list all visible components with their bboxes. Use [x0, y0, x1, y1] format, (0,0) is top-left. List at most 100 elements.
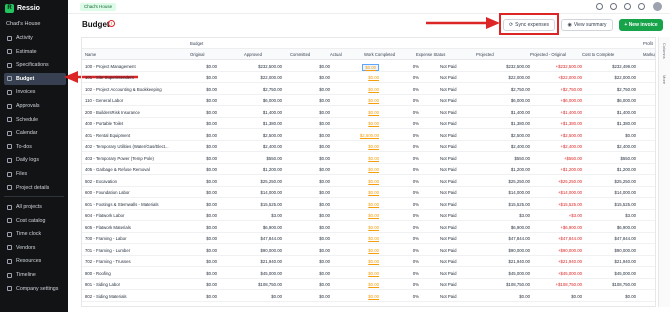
table-row[interactable]: 701 - Framing - Lumber $0.00 $90,000.00 $0.…	[82, 244, 655, 256]
cell-value[interactable]: $0.00	[368, 190, 379, 195]
cell-value: $0.00	[625, 132, 636, 138]
cell-value[interactable]: $0.00	[368, 236, 379, 241]
column-header-work-completed[interactable]: Work Completed	[364, 52, 395, 57]
column-header-approved[interactable]: Approved	[244, 52, 262, 57]
search-icon[interactable]	[624, 3, 631, 10]
table-row[interactable]: 604 - Flatwork Labor $0.00 $3.00 $0.00 $0.00…	[82, 210, 655, 221]
sidebar-item-calendar[interactable]: Calendar	[4, 127, 66, 139]
sidebar-item-to-dos[interactable]: To-dos	[4, 141, 66, 153]
cell-value[interactable]: $0.00	[368, 167, 379, 172]
new-invoice-button[interactable]: + New invoice	[619, 19, 663, 31]
table-row[interactable]: 405 - Garbage & Refuse Removal $0.00 $1,20…	[82, 164, 655, 175]
column-header-projected[interactable]: Projected	[476, 52, 494, 57]
cell-value[interactable]: $0.00	[368, 202, 379, 207]
table-row[interactable]: 605 - Flatwork Materials $0.00 $6,900.00 $0…	[82, 221, 655, 233]
more-tab[interactable]: More	[662, 75, 667, 84]
cell-value[interactable]: $0.00	[368, 87, 379, 92]
cell-value[interactable]: $0.00	[368, 156, 379, 161]
project-breadcrumb[interactable]: Chad's House	[80, 3, 117, 11]
sidebar-item-timeline[interactable]: Timeline	[4, 269, 66, 281]
row-name: 401 - Rental Equipment	[85, 132, 131, 138]
page-title: Budget	[82, 20, 110, 29]
cell-value[interactable]: $0.00	[368, 110, 379, 115]
cell-value[interactable]: $0.00	[368, 271, 379, 276]
sidebar-item-resources[interactable]: Resources	[4, 255, 66, 267]
table-row[interactable]: 401 - Rental Equipment $0.00 $2,500.00 $0.0…	[82, 129, 655, 141]
column-header-committed[interactable]: Committed	[290, 52, 310, 57]
table-row[interactable]: 702 - Framing - Trusses $0.00 $21,940.00 $0…	[82, 256, 655, 267]
table-row[interactable]: 801 - Siding Labor $0.00 $108,750.00 $0.00 $…	[82, 279, 655, 290]
table-row[interactable]: 101 - Site Superintendent $0.00 $22,000.00…	[82, 72, 655, 83]
cell-value: $2,750.00	[616, 86, 636, 92]
column-header-cost-to-complete[interactable]: Cost to Complete	[582, 52, 614, 57]
sidebar-item-daily-logs[interactable]: Daily logs	[4, 154, 66, 166]
sidebar-item-specifications[interactable]: Specifications	[4, 59, 66, 71]
help-icon[interactable]	[596, 3, 603, 10]
project-name[interactable]: Chad's House	[6, 21, 40, 27]
sidebar-item-budget[interactable]: Budget	[4, 72, 66, 85]
cell-value[interactable]: $0.00	[368, 225, 379, 230]
table-row[interactable]: 100 - Project Management $0.00 $232,500.00…	[82, 60, 655, 72]
table-row[interactable]: 700 - Framing - Labor $0.00 $47,844.00 $0.0…	[82, 233, 655, 244]
cell-value[interactable]: $2,500.00	[360, 133, 379, 138]
view-summary-button[interactable]: ◉ View summary	[561, 19, 613, 31]
activity-icon	[7, 35, 12, 41]
cell-value[interactable]: $0.00	[368, 248, 379, 253]
sidebar-item-schedule[interactable]: Schedule	[4, 114, 66, 126]
table-row[interactable]: 800 - Roofing $0.00 $45,000.00 $0.00 $0.00 0%…	[82, 267, 655, 279]
cell-value[interactable]: $0.00	[368, 282, 379, 287]
table-row[interactable]: 502 - Excavation $0.00 $25,250.00 $0.00 $0.0…	[82, 175, 655, 187]
column-header-expense-status[interactable]: Expense Status	[416, 52, 445, 57]
sidebar-item-label: Time clock	[16, 231, 42, 238]
sidebar-item-estimate[interactable]: Estimate	[4, 46, 66, 58]
cell-value[interactable]: $0.00	[368, 179, 379, 184]
column-header-name[interactable]: Name	[85, 52, 96, 57]
chat-icon[interactable]	[610, 3, 617, 10]
sidebar-item-invoices[interactable]: Invoices	[4, 86, 66, 98]
table-row[interactable]: 200 - BuildersRisk Insurance $0.00 $1,400.…	[82, 106, 655, 118]
sidebar-item-activity[interactable]: Activity	[4, 32, 66, 44]
table-row[interactable]: 403 - Temporary Power (Temp Pole) $0.00 $5…	[82, 152, 655, 164]
expense-status: Not Paid	[440, 167, 457, 172]
sidebar-item-company-settings[interactable]: Company settings	[4, 283, 66, 295]
table-row[interactable]: 102 - Project Accounting & Bookkeeping $0…	[82, 83, 655, 95]
column-header-markup[interactable]: Markup	[643, 52, 655, 57]
sidebar-item-all-projects[interactable]: All projects	[4, 201, 66, 213]
cell-value[interactable]: $0.00	[368, 75, 379, 80]
cell-value[interactable]: $0.00	[368, 121, 379, 126]
table-row[interactable]: 802 - Siding Materials $0.00 $0.00 $0.00 $0.…	[82, 290, 655, 302]
cell-value[interactable]: $0.00	[362, 63, 379, 71]
row-name: 403 - Temporary Power (Temp Pole)	[85, 155, 154, 161]
table-row[interactable]: 400 - Portable Toilet $0.00 $1,380.00 $0.00…	[82, 118, 655, 129]
sidebar-item-vendors[interactable]: Vendors	[4, 242, 66, 254]
column-header-projected-original[interactable]: Projected - Original	[530, 52, 566, 57]
sidebar-item-cost-catalog[interactable]: Cost catalog	[4, 215, 66, 227]
app-brand[interactable]: R Ressio	[5, 4, 40, 13]
table-row[interactable]: 601 - Footings & Stemwalls - Materials $0…	[82, 198, 655, 210]
cell-value: $0.00	[206, 259, 217, 264]
sidebar-item-project-details[interactable]: Project details	[4, 182, 66, 194]
sidebar-item-time-clock[interactable]: Time clock	[4, 228, 66, 240]
cell-value[interactable]: $0.00	[368, 259, 379, 264]
column-header-original[interactable]: Original	[190, 52, 204, 57]
cell-value[interactable]: $0.00	[368, 144, 379, 149]
cell-value: $0.00	[206, 282, 217, 287]
cell-value: +$25,250.00	[557, 178, 582, 184]
column-header-actual[interactable]: Actual	[330, 52, 342, 57]
table-row[interactable]: 110 - General Labor $0.00 $6,000.00 $0.00 $0…	[82, 95, 655, 106]
cell-value[interactable]: $0.00	[368, 213, 379, 218]
info-icon[interactable]: !	[108, 20, 115, 27]
cell-value: $0.00	[319, 121, 330, 126]
notifications-icon[interactable]	[638, 3, 645, 10]
columns-tab[interactable]: Columns	[662, 43, 667, 59]
sidebar-item-approvals[interactable]: Approvals	[4, 100, 66, 112]
cell-value[interactable]: $0.00	[368, 294, 379, 299]
cell-value: $550.00	[514, 155, 530, 161]
cell-value[interactable]: $0.00	[368, 98, 379, 103]
table-row[interactable]: 600 - Foundation Labor $0.00 $14,000.00 $0.…	[82, 187, 655, 198]
sidebar: R Ressio Chad's House Activity Estimate Sp…	[0, 0, 68, 312]
table-row[interactable]: 402 - Temporary Utilities (Water/Gas/Ele…	[82, 141, 655, 152]
sidebar-item-files[interactable]: Files	[4, 168, 66, 180]
avatar[interactable]	[653, 2, 662, 11]
cell-value: $45,000.00	[508, 270, 530, 276]
